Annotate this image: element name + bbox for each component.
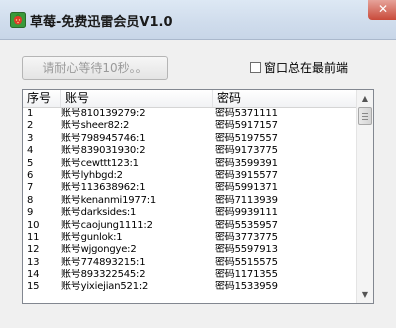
- always-on-top-option[interactable]: 窗口总在最前端: [250, 59, 348, 75]
- row-password: 密码3773775: [215, 231, 278, 243]
- close-button[interactable]: ✕: [368, 0, 396, 20]
- table-row[interactable]: 2 账号sheer82:2 密码5917157: [23, 120, 357, 132]
- scroll-down-icon[interactable]: ▼: [357, 286, 373, 303]
- table-row[interactable]: 1 账号810139279:2 密码5371111: [23, 108, 357, 120]
- row-password: 密码3915577: [215, 169, 278, 181]
- scroll-up-icon[interactable]: ▲: [357, 90, 373, 107]
- row-account: 账号839031930:2: [61, 145, 146, 157]
- table-row[interactable]: 12 账号wjgongye:2 密码5597913: [23, 244, 357, 256]
- account-list[interactable]: 序号 账号 密码 1 账号810139279:2 密码5371111 2 账号sheer…: [22, 89, 374, 304]
- row-password: 密码1171355: [215, 269, 278, 281]
- row-password: 密码7113939: [215, 194, 278, 206]
- row-account: 账号sheer82:2: [61, 120, 130, 132]
- row-password: 密码9939111: [215, 207, 278, 219]
- row-number: 12: [27, 244, 40, 256]
- column-header-number[interactable]: 序号: [23, 90, 61, 107]
- row-number: 15: [27, 281, 40, 293]
- row-account: 账号cewttt123:1: [61, 157, 139, 169]
- scrollbar-thumb[interactable]: [358, 107, 372, 125]
- table-row[interactable]: 6 账号lyhbgd:2 密码3915577: [23, 170, 357, 182]
- row-number: 8: [27, 194, 34, 206]
- table-row[interactable]: 5 账号cewttt123:1 密码3599391: [23, 158, 357, 170]
- status-bar: [0, 306, 396, 328]
- wait-button[interactable]: 请耐心等待10秒。。: [22, 56, 168, 80]
- row-account: 账号wjgongye:2: [61, 244, 137, 256]
- always-on-top-checkbox[interactable]: [250, 61, 261, 73]
- row-password: 密码1533959: [215, 281, 278, 293]
- table-row[interactable]: 10 账号caojung1111:2 密码5535957: [23, 220, 357, 232]
- list-rows: 1 账号810139279:2 密码5371111 2 账号sheer82:2 密码591…: [23, 108, 357, 294]
- window-title: 草莓-免费迅雷会员V1.0: [30, 15, 173, 30]
- row-number: 7: [27, 182, 34, 194]
- title-bar: 草莓-免费迅雷会员V1.0 ✕: [0, 0, 396, 40]
- table-row[interactable]: 3 账号798945746:1 密码5197557: [23, 133, 357, 145]
- row-number: 4: [27, 145, 34, 157]
- table-row[interactable]: 15 账号yixiejian521:2 密码1533959: [23, 281, 357, 293]
- row-password: 密码5515575: [215, 256, 278, 268]
- row-password: 密码5197557: [215, 132, 278, 144]
- row-password: 密码5535957: [215, 219, 278, 231]
- row-number: 13: [27, 256, 40, 268]
- row-number: 3: [27, 132, 34, 144]
- table-row[interactable]: 11 账号gunlok:1 密码3773775: [23, 232, 357, 244]
- row-number: 10: [27, 219, 40, 231]
- table-row[interactable]: 7 账号113638962:1 密码5991371: [23, 182, 357, 194]
- row-password: 密码9173775: [215, 145, 278, 157]
- row-account: 账号774893215:1: [61, 256, 146, 268]
- vertical-scrollbar[interactable]: ▲ ▼: [356, 90, 373, 303]
- table-row[interactable]: 8 账号kenanmi1977:1 密码7113939: [23, 195, 357, 207]
- always-on-top-label: 窗口总在最前端: [264, 60, 349, 75]
- row-password: 密码5597913: [215, 244, 278, 256]
- row-account: 账号kenanmi1977:1: [61, 194, 157, 206]
- row-password: 密码5991371: [215, 182, 278, 194]
- column-header-account[interactable]: 账号: [61, 90, 213, 107]
- row-password: 密码5371111: [215, 108, 278, 119]
- row-number: 9: [27, 207, 34, 219]
- row-number: 1: [27, 108, 34, 119]
- row-password: 密码5917157: [215, 120, 278, 132]
- table-row[interactable]: 13 账号774893215:1 密码5515575: [23, 257, 357, 269]
- row-account: 账号caojung1111:2: [61, 219, 153, 231]
- row-account: 账号darksides:1: [61, 207, 137, 219]
- table-row[interactable]: 14 账号893322545:2 密码1171355: [23, 269, 357, 281]
- row-number: 11: [27, 231, 40, 243]
- table-row[interactable]: 9 账号darksides:1 密码9939111: [23, 207, 357, 219]
- row-number: 6: [27, 169, 34, 181]
- table-row[interactable]: 4 账号839031930:2 密码9173775: [23, 145, 357, 157]
- row-account: 账号gunlok:1: [61, 231, 123, 243]
- row-account: 账号893322545:2: [61, 269, 146, 281]
- close-icon: ✕: [377, 2, 389, 16]
- list-header: 序号 账号 密码: [23, 90, 357, 108]
- row-account: 账号yixiejian521:2: [61, 281, 149, 293]
- column-header-password[interactable]: 密码: [213, 90, 357, 107]
- row-number: 2: [27, 120, 34, 132]
- row-number: 14: [27, 269, 40, 281]
- row-account: 账号113638962:1: [61, 182, 146, 194]
- row-account: 账号lyhbgd:2: [61, 169, 123, 181]
- strawberry-icon: [10, 12, 26, 28]
- row-account: 账号798945746:1: [61, 132, 146, 144]
- row-account: 账号810139279:2: [61, 108, 146, 119]
- row-number: 5: [27, 157, 34, 169]
- row-password: 密码3599391: [215, 157, 278, 169]
